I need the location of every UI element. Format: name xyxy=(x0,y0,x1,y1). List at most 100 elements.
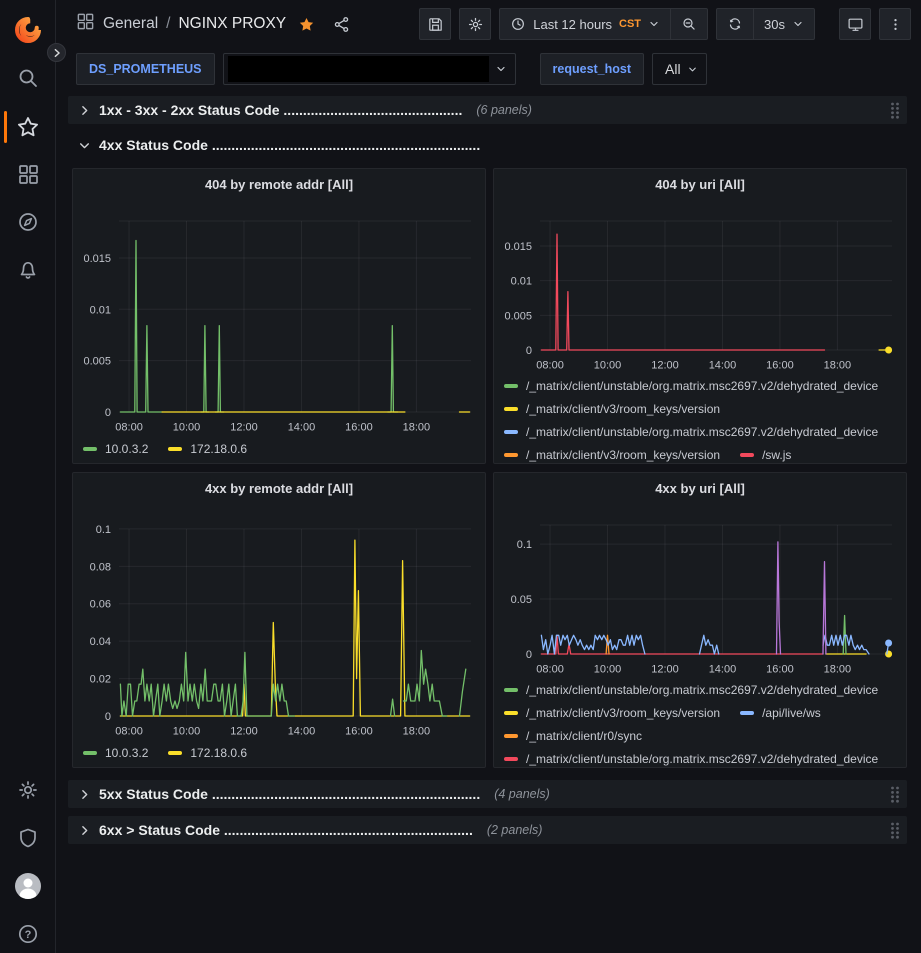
legend-label: 172.18.0.6 xyxy=(190,442,247,456)
x-tick-label: 16:00 xyxy=(345,422,373,434)
chevron-down-icon xyxy=(648,18,660,30)
apps-grid-icon xyxy=(76,12,95,36)
sidebar-item-search[interactable] xyxy=(0,61,56,95)
monitor-icon xyxy=(847,16,864,33)
row-drag-handle[interactable] xyxy=(889,101,901,120)
row-4xx[interactable]: 4xx Status Code ........................… xyxy=(68,132,907,158)
legend-row: /_matrix/client/v3/room_keys/version/api… xyxy=(504,701,906,724)
panel-title[interactable]: 4xx by remote addr [All] xyxy=(73,481,485,496)
legend-item[interactable]: 10.0.3.2 xyxy=(83,442,148,456)
share-icon[interactable] xyxy=(333,16,350,33)
refresh-interval-button[interactable]: 30s xyxy=(754,9,814,39)
variable-select-ds-prometheus[interactable] xyxy=(223,53,516,85)
sidebar-item-help[interactable]: ? xyxy=(0,917,56,951)
chevron-right-icon xyxy=(78,824,91,837)
row-drag-handle[interactable] xyxy=(889,821,901,840)
row-5xx[interactable]: 5xx Status Code ........................… xyxy=(68,780,907,808)
time-range-button[interactable]: Last 12 hours CST xyxy=(500,9,670,39)
dashboard-settings-button[interactable] xyxy=(459,8,491,40)
legend-row: /_matrix/client/v3/room_keys/version/sw.… xyxy=(504,443,906,464)
favorite-star-icon[interactable] xyxy=(298,16,315,33)
chevron-down-icon xyxy=(792,18,804,30)
save-icon xyxy=(427,16,444,33)
breadcrumb-folder[interactable]: General xyxy=(103,15,158,33)
grafana-logo[interactable] xyxy=(0,13,56,47)
y-tick-label: 0 xyxy=(105,407,111,419)
tv-mode-button[interactable] xyxy=(839,8,871,40)
chevron-down-icon xyxy=(495,63,507,75)
dashboards-icon xyxy=(16,162,40,186)
panel-title[interactable]: 404 by remote addr [All] xyxy=(73,177,485,192)
x-tick-label: 10:00 xyxy=(173,726,201,738)
legend-item[interactable]: 172.18.0.6 xyxy=(168,746,247,760)
x-tick-label: 12:00 xyxy=(651,360,679,372)
x-tick-label: 14:00 xyxy=(709,664,737,676)
x-tick-label: 18:00 xyxy=(824,360,852,372)
legend-item[interactable]: /api/live/ws xyxy=(740,706,821,720)
legend-row: /_matrix/client/unstable/org.matrix.msc2… xyxy=(504,374,906,397)
sidebar-item-configuration[interactable] xyxy=(0,773,56,807)
legend-row: /_matrix/client/r0/sync xyxy=(504,724,906,747)
more-options-button[interactable] xyxy=(879,8,911,40)
row-drag-handle[interactable] xyxy=(889,785,901,804)
refresh-icon xyxy=(727,16,743,32)
legend-swatch xyxy=(504,384,518,388)
legend-swatch xyxy=(168,751,182,755)
row-title: 5xx Status Code ........................… xyxy=(99,786,480,802)
panel-4xx-by-remote-addr-all: 4xx by remote addr [All]00.020.040.060.0… xyxy=(72,472,486,768)
legend-swatch xyxy=(504,734,518,738)
row-6xx[interactable]: 6xx > Status Code ......................… xyxy=(68,816,907,844)
legend-item[interactable]: /_matrix/client/unstable/org.matrix.msc2… xyxy=(504,425,878,439)
legend-item[interactable]: /_matrix/client/unstable/org.matrix.msc2… xyxy=(504,683,878,697)
legend-row: /_matrix/client/unstable/org.matrix.msc2… xyxy=(504,678,906,701)
sidebar-expand-button[interactable] xyxy=(47,43,66,62)
chevron-down-icon xyxy=(78,139,91,152)
sidebar-item-starred[interactable] xyxy=(0,110,56,144)
redacted-value xyxy=(228,56,489,82)
sidebar-item-explore[interactable] xyxy=(0,205,56,239)
save-dashboard-button[interactable] xyxy=(419,8,451,40)
legend-label: /sw.js xyxy=(762,448,791,462)
row-1xx-3xx-2xx[interactable]: 1xx - 3xx - 2xx Status Code ............… xyxy=(68,96,907,124)
y-tick-label: 0.08 xyxy=(90,561,111,573)
legend-item[interactable]: /_matrix/client/v3/room_keys/version xyxy=(504,706,720,720)
legend-label: /_matrix/client/unstable/org.matrix.msc2… xyxy=(526,379,878,393)
legend-item[interactable]: /_matrix/client/v3/room_keys/version xyxy=(504,448,720,462)
x-tick-label: 12:00 xyxy=(230,422,258,434)
legend-item[interactable]: /_matrix/client/unstable/org.matrix.msc2… xyxy=(504,379,878,393)
x-tick-label: 12:00 xyxy=(651,664,679,676)
timeseries-plot[interactable]: 00.020.040.060.080.108:0010:0012:0014:00… xyxy=(73,473,485,767)
refresh-button[interactable] xyxy=(717,9,753,39)
sidebar-item-alerting[interactable] xyxy=(0,253,56,287)
y-tick-label: 0.06 xyxy=(90,599,111,611)
sidebar-item-profile[interactable] xyxy=(0,869,56,903)
legend-item[interactable]: /_matrix/client/r0/sync xyxy=(504,729,642,743)
legend-row: 10.0.3.2 172.18.0.6 xyxy=(83,741,485,764)
x-tick-label: 08:00 xyxy=(536,360,564,372)
legend-swatch xyxy=(504,757,518,761)
legend-item[interactable]: 10.0.3.2 xyxy=(83,746,148,760)
svg-text:?: ? xyxy=(25,929,32,941)
sidebar-item-server-admin[interactable] xyxy=(0,821,56,855)
panel-title[interactable]: 4xx by uri [All] xyxy=(494,481,906,496)
legend-swatch xyxy=(504,711,518,715)
legend-label: /_matrix/client/unstable/org.matrix.msc2… xyxy=(526,425,878,439)
timezone-label: CST xyxy=(619,18,641,30)
breadcrumb-dashboard-title[interactable]: NGINX PROXY xyxy=(178,15,286,33)
row-panel-count: (4 panels) xyxy=(494,787,550,801)
sidebar-item-dashboards[interactable] xyxy=(0,157,56,191)
gear-icon xyxy=(16,778,40,802)
legend-item[interactable]: /sw.js xyxy=(740,448,791,462)
grafana-app: ? General / NGINX PROXY xyxy=(0,0,921,953)
chevron-right-icon xyxy=(78,104,91,117)
variable-select-request-host[interactable]: All xyxy=(652,53,707,85)
legend-item[interactable]: 172.18.0.6 xyxy=(168,442,247,456)
legend-item[interactable]: /_matrix/client/unstable/org.matrix.msc2… xyxy=(504,752,878,766)
zoom-out-button[interactable] xyxy=(671,9,707,39)
breadcrumb-separator: / xyxy=(166,15,170,33)
legend-item[interactable]: /_matrix/client/v3/room_keys/version xyxy=(504,402,720,416)
panel-title[interactable]: 404 by uri [All] xyxy=(494,177,906,192)
legend-label: /api/live/ws xyxy=(762,706,821,720)
x-tick-label: 16:00 xyxy=(766,664,794,676)
timeseries-plot[interactable]: 00.0050.010.01508:0010:0012:0014:0016:00… xyxy=(73,169,485,463)
